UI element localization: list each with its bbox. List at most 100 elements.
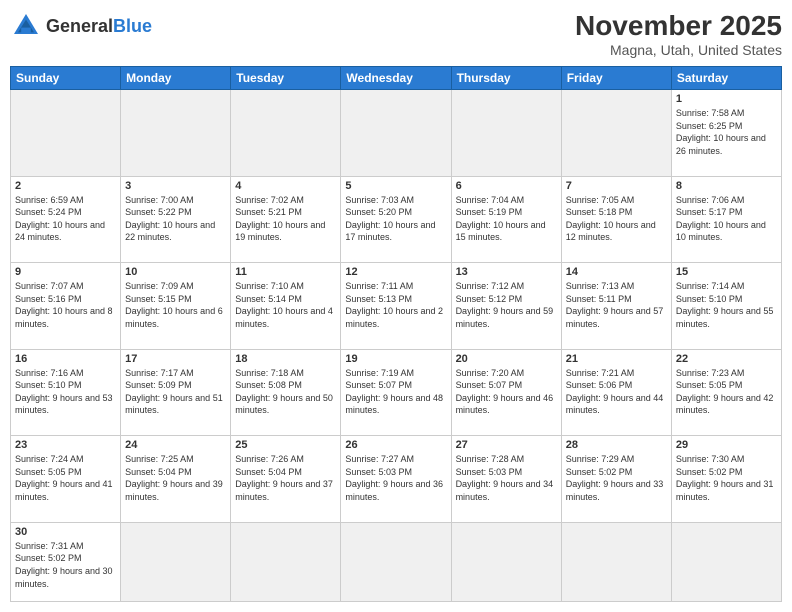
day-info: Sunrise: 7:28 AMSunset: 5:03 PMDaylight:…: [456, 453, 557, 503]
table-row: 23 Sunrise: 7:24 AMSunset: 5:05 PMDayligh…: [11, 436, 121, 523]
table-row: 22 Sunrise: 7:23 AMSunset: 5:05 PMDayligh…: [671, 349, 781, 436]
day-info: Sunrise: 7:18 AMSunset: 5:08 PMDaylight:…: [235, 367, 336, 417]
day-number: 13: [456, 266, 557, 278]
day-number: 15: [676, 266, 777, 278]
calendar-week-row: 9 Sunrise: 7:07 AMSunset: 5:16 PMDaylight…: [11, 263, 782, 350]
table-row: 26 Sunrise: 7:27 AMSunset: 5:03 PMDayligh…: [341, 436, 451, 523]
header: GeneralBlue November 2025 Magna, Utah, U…: [10, 10, 782, 58]
day-info: Sunrise: 7:00 AMSunset: 5:22 PMDaylight:…: [125, 194, 226, 244]
table-row: 15Sunrise: 7:14 AMSunset: 5:10 PMDayligh…: [671, 263, 781, 350]
table-row: 30Sunrise: 7:31 AMSunset: 5:02 PMDayligh…: [11, 522, 121, 601]
day-number: 25: [235, 439, 336, 451]
month-title: November 2025: [575, 10, 782, 42]
table-row: 11 Sunrise: 7:10 AMSunset: 5:14 PMDayligh…: [231, 263, 341, 350]
col-friday: Friday: [561, 67, 671, 90]
day-info: Sunrise: 7:10 AMSunset: 5:14 PMDaylight:…: [235, 280, 336, 330]
day-number: 8: [676, 180, 777, 192]
calendar-week-row: 2Sunrise: 6:59 AMSunset: 5:24 PMDaylight…: [11, 176, 782, 263]
table-row: [231, 522, 341, 601]
calendar-week-row: 23 Sunrise: 7:24 AMSunset: 5:05 PMDayligh…: [11, 436, 782, 523]
day-number: 20: [456, 353, 557, 365]
day-info: Sunrise: 7:02 AMSunset: 5:21 PMDaylight:…: [235, 194, 336, 244]
table-row: 13 Sunrise: 7:12 AMSunset: 5:12 PMDayligh…: [451, 263, 561, 350]
day-number: 18: [235, 353, 336, 365]
day-info: Sunrise: 7:11 AMSunset: 5:13 PMDaylight:…: [345, 280, 446, 330]
day-info: Sunrise: 7:24 AMSunset: 5:05 PMDaylight:…: [15, 453, 116, 503]
day-info: Sunrise: 7:23 AMSunset: 5:05 PMDaylight:…: [676, 367, 777, 417]
location-title: Magna, Utah, United States: [575, 42, 782, 58]
table-row: 19Sunrise: 7:19 AMSunset: 5:07 PMDayligh…: [341, 349, 451, 436]
table-row: [561, 90, 671, 177]
col-saturday: Saturday: [671, 67, 781, 90]
logo-icon: [10, 10, 42, 42]
table-row: 14Sunrise: 7:13 AMSunset: 5:11 PMDayligh…: [561, 263, 671, 350]
day-number: 29: [676, 439, 777, 451]
day-number: 26: [345, 439, 446, 451]
table-row: [561, 522, 671, 601]
title-block: November 2025 Magna, Utah, United States: [575, 10, 782, 58]
table-row: 28 Sunrise: 7:29 AMSunset: 5:02 PMDayligh…: [561, 436, 671, 523]
day-number: 27: [456, 439, 557, 451]
day-number: 9: [15, 266, 116, 278]
day-number: 22: [676, 353, 777, 365]
table-row: 25 Sunrise: 7:26 AMSunset: 5:04 PMDayligh…: [231, 436, 341, 523]
day-info: Sunrise: 7:30 AMSunset: 5:02 PMDaylight:…: [676, 453, 777, 503]
calendar-week-row: 1 Sunrise: 7:58 AMSunset: 6:25 PMDaylight…: [11, 90, 782, 177]
day-info: Sunrise: 7:09 AMSunset: 5:15 PMDaylight:…: [125, 280, 226, 330]
table-row: 9 Sunrise: 7:07 AMSunset: 5:16 PMDaylight…: [11, 263, 121, 350]
table-row: 6Sunrise: 7:04 AMSunset: 5:19 PMDaylight…: [451, 176, 561, 263]
col-monday: Monday: [121, 67, 231, 90]
table-row: [11, 90, 121, 177]
table-row: [671, 522, 781, 601]
table-row: 1 Sunrise: 7:58 AMSunset: 6:25 PMDaylight…: [671, 90, 781, 177]
day-info: Sunrise: 7:04 AMSunset: 5:19 PMDaylight:…: [456, 194, 557, 244]
table-row: [341, 90, 451, 177]
day-number: 17: [125, 353, 226, 365]
day-info: Sunrise: 7:07 AMSunset: 5:16 PMDaylight:…: [15, 280, 116, 330]
table-row: 27 Sunrise: 7:28 AMSunset: 5:03 PMDayligh…: [451, 436, 561, 523]
day-info: Sunrise: 7:03 AMSunset: 5:20 PMDaylight:…: [345, 194, 446, 244]
day-number: 23: [15, 439, 116, 451]
day-info: Sunrise: 7:58 AMSunset: 6:25 PMDaylight:…: [676, 107, 777, 157]
day-info: Sunrise: 7:17 AMSunset: 5:09 PMDaylight:…: [125, 367, 226, 417]
table-row: 17 Sunrise: 7:17 AMSunset: 5:09 PMDayligh…: [121, 349, 231, 436]
day-number: 19: [345, 353, 446, 365]
day-number: 16: [15, 353, 116, 365]
table-row: 29 Sunrise: 7:30 AMSunset: 5:02 PMDayligh…: [671, 436, 781, 523]
day-number: 10: [125, 266, 226, 278]
col-wednesday: Wednesday: [341, 67, 451, 90]
table-row: 4 Sunrise: 7:02 AMSunset: 5:21 PMDaylight…: [231, 176, 341, 263]
table-row: 20 Sunrise: 7:20 AMSunset: 5:07 PMDayligh…: [451, 349, 561, 436]
table-row: [121, 90, 231, 177]
day-number: 30: [15, 526, 116, 538]
day-number: 7: [566, 180, 667, 192]
day-info: Sunrise: 7:27 AMSunset: 5:03 PMDaylight:…: [345, 453, 446, 503]
day-info: Sunrise: 6:59 AMSunset: 5:24 PMDaylight:…: [15, 194, 116, 244]
table-row: 5Sunrise: 7:03 AMSunset: 5:20 PMDaylight…: [341, 176, 451, 263]
page: GeneralBlue November 2025 Magna, Utah, U…: [0, 0, 792, 612]
logo-text: GeneralBlue: [46, 17, 152, 35]
day-number: 21: [566, 353, 667, 365]
day-info: Sunrise: 7:20 AMSunset: 5:07 PMDaylight:…: [456, 367, 557, 417]
day-number: 11: [235, 266, 336, 278]
calendar-header-row: Sunday Monday Tuesday Wednesday Thursday…: [11, 67, 782, 90]
day-number: 3: [125, 180, 226, 192]
day-info: Sunrise: 7:13 AMSunset: 5:11 PMDaylight:…: [566, 280, 667, 330]
day-info: Sunrise: 7:26 AMSunset: 5:04 PMDaylight:…: [235, 453, 336, 503]
table-row: 12 Sunrise: 7:11 AMSunset: 5:13 PMDayligh…: [341, 263, 451, 350]
day-info: Sunrise: 7:29 AMSunset: 5:02 PMDaylight:…: [566, 453, 667, 503]
table-row: [121, 522, 231, 601]
table-row: 7Sunrise: 7:05 AMSunset: 5:18 PMDaylight…: [561, 176, 671, 263]
day-info: Sunrise: 7:25 AMSunset: 5:04 PMDaylight:…: [125, 453, 226, 503]
day-number: 4: [235, 180, 336, 192]
table-row: [451, 522, 561, 601]
day-number: 12: [345, 266, 446, 278]
day-info: Sunrise: 7:12 AMSunset: 5:12 PMDaylight:…: [456, 280, 557, 330]
table-row: 2Sunrise: 6:59 AMSunset: 5:24 PMDaylight…: [11, 176, 121, 263]
day-info: Sunrise: 7:21 AMSunset: 5:06 PMDaylight:…: [566, 367, 667, 417]
table-row: 18 Sunrise: 7:18 AMSunset: 5:08 PMDayligh…: [231, 349, 341, 436]
day-number: 1: [676, 93, 777, 105]
col-sunday: Sunday: [11, 67, 121, 90]
day-number: 28: [566, 439, 667, 451]
col-tuesday: Tuesday: [231, 67, 341, 90]
